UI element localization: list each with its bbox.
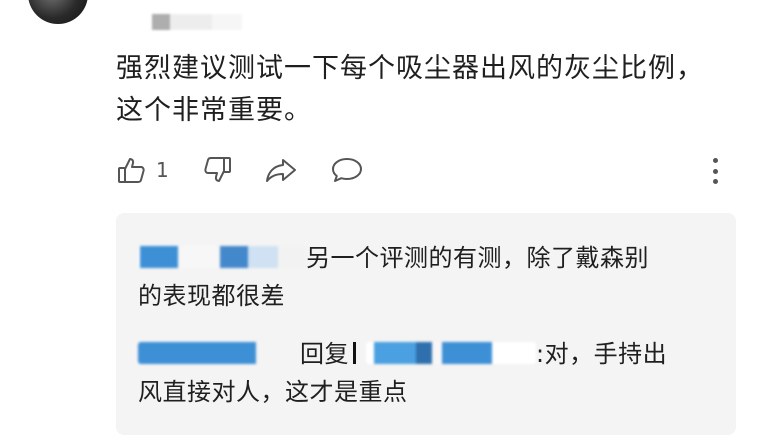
avatar[interactable] bbox=[28, 0, 88, 24]
reply-item[interactable]: 另一个评测的有测，除了戴森别 的表现都很差 bbox=[138, 239, 698, 315]
more-vertical-icon[interactable] bbox=[704, 156, 726, 186]
comment-actions: 1 bbox=[116, 152, 363, 188]
more-dot bbox=[712, 168, 718, 174]
more-dot bbox=[712, 179, 718, 184]
like-count: 1 bbox=[156, 158, 169, 182]
replies-panel[interactable]: 另一个评测的有测，除了戴森别 的表现都很差 回复 :对，手持出 风直接对人，这才是… bbox=[116, 213, 736, 435]
thumb-up-icon bbox=[118, 158, 145, 183]
username-redacted[interactable] bbox=[152, 14, 242, 30]
reply-prefix: 回复 bbox=[300, 340, 349, 368]
more-dot bbox=[712, 158, 718, 163]
thumb-down-icon bbox=[204, 157, 231, 182]
reply-target-redacted[interactable] bbox=[366, 342, 536, 364]
comment-text-line2: 这个非常重要。 bbox=[116, 95, 312, 126]
text-caret bbox=[353, 342, 356, 364]
reply-line: 回复 :对，手持出 bbox=[138, 335, 698, 373]
reply-line: 的表现都很差 bbox=[138, 282, 285, 310]
dislike-button[interactable] bbox=[203, 155, 233, 185]
reply-line: 另一个评测的有测，除了戴森别 bbox=[138, 239, 698, 277]
reply-button[interactable] bbox=[331, 155, 363, 185]
reply-item[interactable]: 回复 :对，手持出 风直接对人，这才是重点 bbox=[138, 335, 698, 411]
reply-author-redacted[interactable] bbox=[138, 342, 290, 364]
comment-icon bbox=[331, 158, 362, 182]
share-button[interactable] bbox=[265, 155, 297, 185]
share-icon bbox=[265, 159, 296, 182]
comment-text-line1: 强烈建议测试一下每个吸尘器出风的灰尘比例， bbox=[116, 53, 704, 84]
comment-page: 强烈建议测试一下每个吸尘器出风的灰尘比例， 这个非常重要。 1 另一个评测的有测… bbox=[0, 0, 759, 445]
comment-text: 强烈建议测试一下每个吸尘器出风的灰尘比例， 这个非常重要。 bbox=[116, 48, 716, 132]
reply-text: 另一个评测的有测，除了戴森别 bbox=[306, 244, 649, 272]
reply-line: 风直接对人，这才是重点 bbox=[138, 378, 408, 406]
reply-text: :对，手持出 bbox=[536, 340, 668, 368]
reply-author-redacted[interactable] bbox=[138, 246, 306, 268]
like-button[interactable]: 1 bbox=[116, 155, 203, 185]
